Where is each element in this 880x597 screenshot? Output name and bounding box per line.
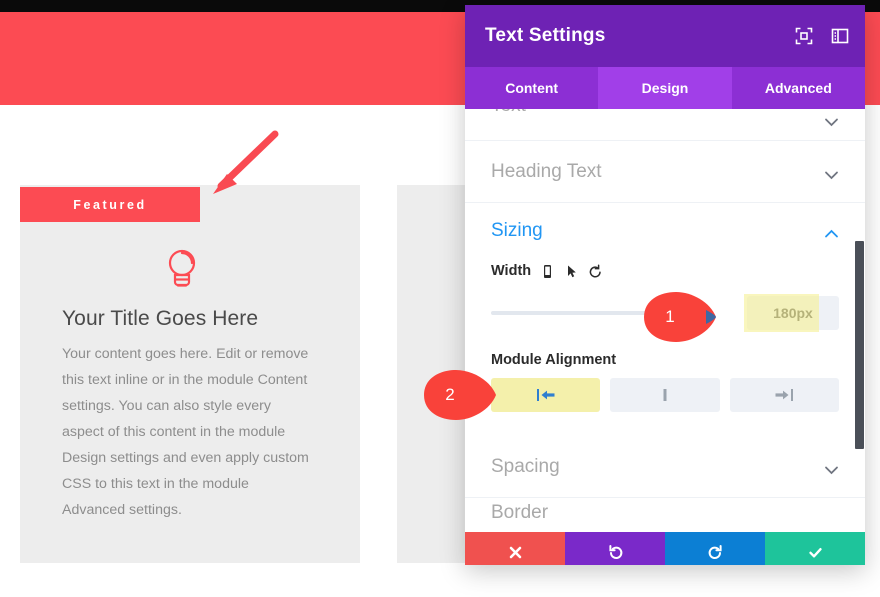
section-heading-text[interactable]: Heading Text [465,141,865,203]
featured-badge: Featured [20,187,200,222]
panel-layout-icon[interactable] [831,27,849,45]
section-border-label: Border [491,502,549,523]
tab-content[interactable]: Content [465,67,598,109]
featured-badge-label: Featured [73,197,147,212]
align-left-icon [536,389,555,401]
text-settings-modal: Text Settings Content Design Advanced He… [465,5,865,565]
undo-icon [608,544,622,559]
lightbulb-icon [162,245,202,291]
modal-body: Text Heading Text Sizing [465,109,865,532]
chevron-down-icon [824,114,839,127]
width-label: Width [491,263,532,279]
section-sizing-label: Sizing [491,220,543,241]
cancel-button[interactable] [465,532,565,565]
reset-icon[interactable] [588,264,603,279]
check-icon [808,547,822,558]
chevron-down-icon [824,462,839,474]
section-spacing[interactable]: Spacing [465,436,865,498]
width-slider-row [491,294,839,332]
settings-scrollbar[interactable] [855,241,864,449]
module-alignment-label: Module Alignment [491,352,617,368]
modal-header-icons [795,5,849,67]
modal-footer [465,532,865,565]
tab-design[interactable]: Design [598,67,732,109]
focus-expand-icon[interactable] [795,27,813,45]
width-value-field[interactable] [747,296,839,330]
redo-button[interactable] [665,532,765,565]
width-field-header: Width [491,263,839,279]
modal-tabs: Content Design Advanced [465,67,865,109]
section-spacing-label: Spacing [491,455,560,477]
module-alignment-center-button[interactable] [610,378,720,412]
modal-title: Text Settings [485,25,606,46]
section-text[interactable]: Text [465,109,865,141]
sizing-fields: Width 180px Module Alignment [465,263,865,412]
mobile-responsive-icon[interactable] [540,264,555,279]
chevron-up-icon [824,226,839,238]
section-sizing[interactable]: Sizing [465,203,865,259]
module-alignment-left-button[interactable] [491,378,601,412]
screenshot-stage: Featured Your Title Goes Here Your conte… [0,0,880,597]
section-border[interactable]: Border [465,498,865,528]
width-slider[interactable] [491,311,713,315]
section-heading-text-label: Heading Text [491,160,602,182]
card-body-text: Your content goes here. Edit or remove t… [62,346,309,518]
redo-icon [708,544,722,559]
close-icon [509,546,521,558]
undo-button[interactable] [565,532,665,565]
tab-advanced[interactable]: Advanced [732,67,865,109]
tab-advanced-label: Advanced [764,80,832,96]
section-text-label: Text [491,109,526,117]
hover-cursor-icon[interactable] [564,264,579,279]
align-right-icon [775,389,794,401]
save-button[interactable] [765,532,865,565]
tab-design-label: Design [641,80,689,96]
module-alignment-buttons [491,378,839,412]
chevron-down-icon [824,167,839,179]
tab-content-label: Content [505,80,559,96]
card-title: Your Title Goes Here [62,307,259,330]
modal-header: Text Settings [465,5,865,67]
module-alignment-right-button[interactable] [729,378,839,412]
align-center-icon [663,389,667,401]
